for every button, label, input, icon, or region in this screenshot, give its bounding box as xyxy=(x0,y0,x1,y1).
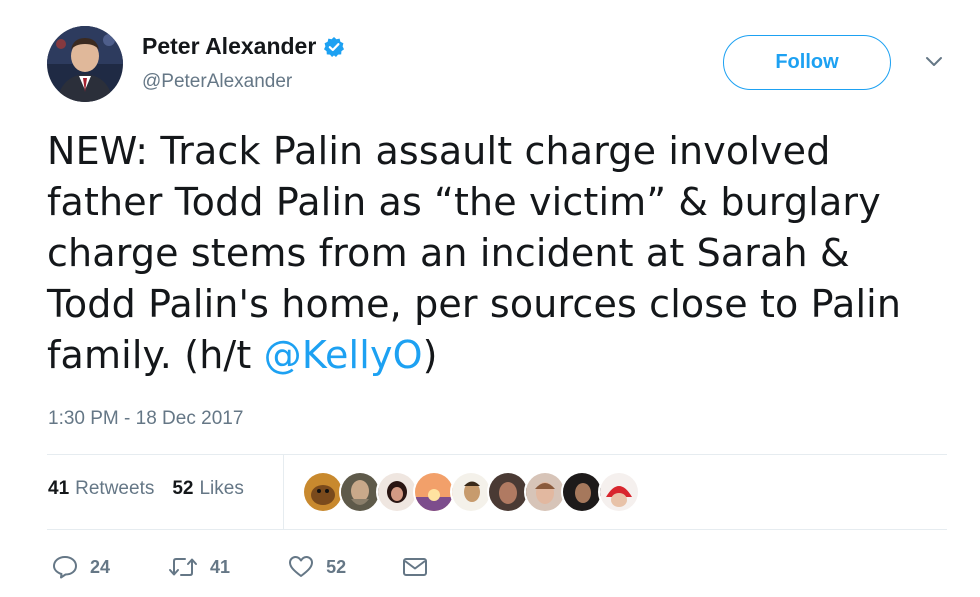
avatar[interactable] xyxy=(47,26,123,102)
chevron-down-icon[interactable] xyxy=(924,55,944,74)
tweet-timestamp[interactable]: 1:30 PM - 18 Dec 2017 xyxy=(48,408,243,430)
divider xyxy=(47,454,947,455)
stats-separator xyxy=(283,455,284,529)
tweet-text-line: family. (h/t @KellyO) xyxy=(47,330,947,381)
like-count: 52 xyxy=(326,556,347,577)
liker-avatar[interactable] xyxy=(413,471,455,513)
tweet-text-line: father Todd Palin as “the victim” & burg… xyxy=(47,180,881,224)
display-name[interactable]: Peter Alexander xyxy=(142,33,345,60)
envelope-icon xyxy=(403,558,428,576)
liker-avatar[interactable] xyxy=(561,471,603,513)
tweet-stats: 41 Retweets 52 Likes xyxy=(48,478,244,500)
reply-icon xyxy=(53,556,77,579)
tweet-text-fragment: family. (h/t xyxy=(47,333,264,377)
liker-avatar[interactable] xyxy=(450,471,492,513)
retweet-count: 41 xyxy=(210,556,231,577)
reply-button[interactable]: 24 xyxy=(52,555,110,579)
heart-icon xyxy=(289,556,314,577)
reply-count: 24 xyxy=(90,556,111,577)
liker-avatar[interactable] xyxy=(598,471,640,513)
liker-avatars xyxy=(302,471,640,513)
likes-label[interactable]: Likes xyxy=(199,478,243,500)
display-name-text[interactable]: Peter Alexander xyxy=(142,33,316,60)
liker-avatar[interactable] xyxy=(524,471,566,513)
tweet-actions: 24 41 52 xyxy=(52,555,428,579)
tweet-text-fragment: ) xyxy=(422,333,438,377)
user-handle[interactable]: @PeterAlexander xyxy=(142,71,292,93)
tweet-text-line: Todd Palin's home, per sources close to … xyxy=(47,282,902,326)
mention-link[interactable]: @KellyO xyxy=(264,333,423,377)
follow-button[interactable]: Follow xyxy=(723,35,891,90)
liker-avatar[interactable] xyxy=(376,471,418,513)
tweet-text-line: NEW: Track Palin assault charge involved xyxy=(47,129,831,173)
likes-count[interactable]: 52 xyxy=(172,478,193,500)
like-button[interactable]: 52 xyxy=(288,555,346,579)
liker-avatar[interactable] xyxy=(339,471,381,513)
divider xyxy=(47,529,947,530)
retweet-icon xyxy=(169,558,198,576)
liker-avatar[interactable] xyxy=(487,471,529,513)
tweet-text: NEW: Track Palin assault charge involved… xyxy=(47,126,947,381)
tweet-text-line: charge stems from an incident at Sarah & xyxy=(47,231,850,275)
liker-avatar[interactable] xyxy=(302,471,344,513)
retweets-label[interactable]: Retweets xyxy=(75,478,154,500)
verified-badge-icon xyxy=(323,36,345,58)
retweets-count[interactable]: 41 xyxy=(48,478,69,500)
retweet-button[interactable]: 41 xyxy=(168,556,230,578)
direct-message-button[interactable] xyxy=(402,556,428,578)
